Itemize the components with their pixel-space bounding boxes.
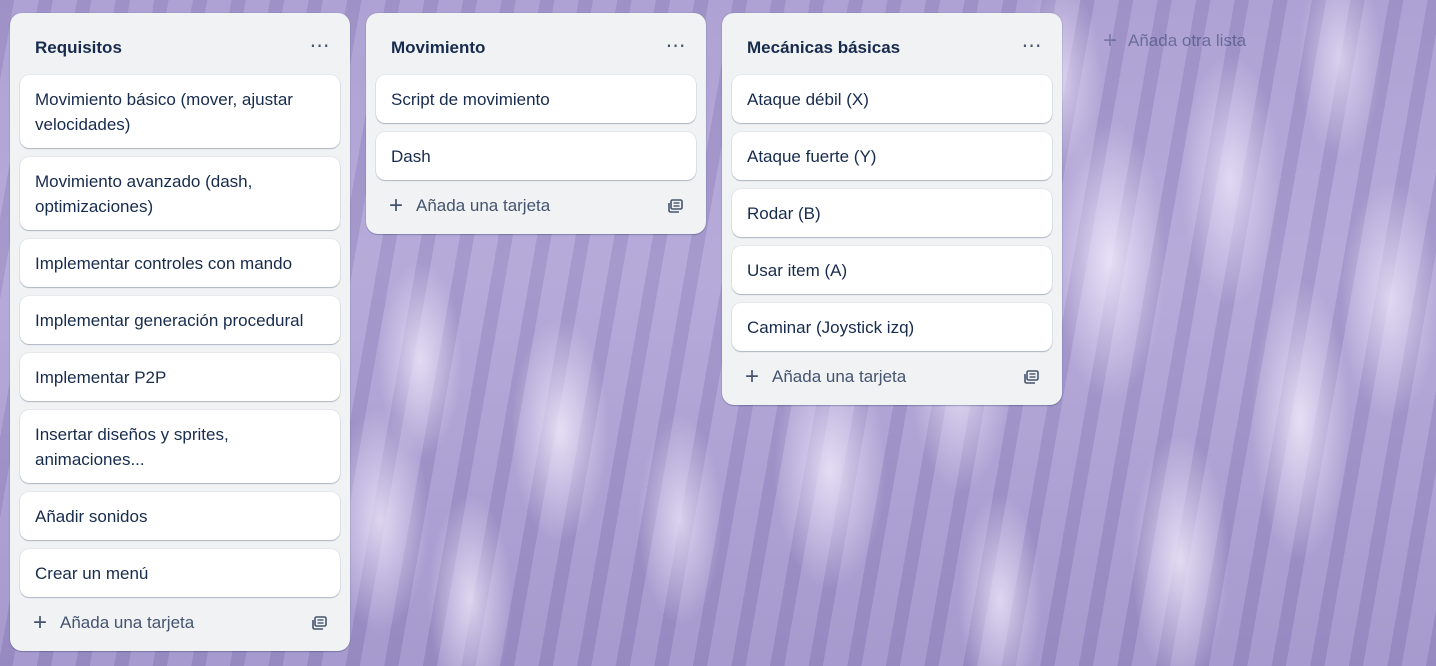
add-card-label: Añada una tarjeta: [772, 367, 907, 386]
list-title[interactable]: Movimiento: [391, 38, 485, 58]
card-list: Movimiento básico (mover, ajustar veloci…: [10, 75, 350, 597]
card-list: Ataque débil (X) Ataque fuerte (Y) Rodar…: [722, 75, 1062, 351]
card[interactable]: Usar item (A): [732, 246, 1052, 294]
list-requisitos: Requisitos ⋯ Movimiento básico (mover, a…: [10, 13, 350, 651]
card[interactable]: Ataque débil (X): [732, 75, 1052, 123]
more-horizontal-icon[interactable]: ⋯: [304, 29, 336, 61]
list-footer: + Añada una tarjeta: [722, 351, 1062, 403]
card[interactable]: Implementar P2P: [20, 353, 340, 401]
more-horizontal-icon[interactable]: ⋯: [660, 29, 692, 61]
plus-icon: +: [744, 363, 759, 390]
card[interactable]: Añadir sonidos: [20, 492, 340, 540]
card[interactable]: Crear un menú: [20, 549, 340, 597]
list-header: Mecánicas básicas ⋯: [722, 13, 1062, 75]
card[interactable]: Movimiento básico (mover, ajustar veloci…: [20, 75, 340, 148]
card[interactable]: Implementar controles con mando: [20, 239, 340, 287]
plus-icon: +: [388, 192, 403, 219]
add-card-label: Añada una tarjeta: [60, 613, 195, 632]
list-header: Requisitos ⋯: [10, 13, 350, 75]
list-mecanicas-basicas: Mecánicas básicas ⋯ Ataque débil (X) Ata…: [722, 13, 1062, 405]
card[interactable]: Insertar diseños y sprites, animaciones.…: [20, 410, 340, 483]
card-template-icon[interactable]: [1022, 367, 1042, 387]
card[interactable]: Rodar (B): [732, 189, 1052, 237]
card[interactable]: Implementar generación procedural: [20, 296, 340, 344]
list-title[interactable]: Mecánicas básicas: [747, 38, 900, 58]
more-horizontal-icon[interactable]: ⋯: [1016, 29, 1048, 61]
list-footer: + Añada una tarjeta: [366, 180, 706, 232]
plus-icon: +: [32, 609, 47, 636]
board: Requisitos ⋯ Movimiento básico (mover, a…: [10, 13, 1246, 651]
add-card-label: Añada una tarjeta: [416, 196, 551, 215]
card[interactable]: Dash: [376, 132, 696, 180]
list-movimiento: Movimiento ⋯ Script de movimiento Dash +…: [366, 13, 706, 234]
card[interactable]: Movimiento avanzado (dash, optimizacione…: [20, 157, 340, 230]
card-template-icon[interactable]: [310, 613, 330, 633]
list-footer: + Añada una tarjeta: [10, 597, 350, 649]
list-title[interactable]: Requisitos: [35, 38, 122, 58]
card[interactable]: Script de movimiento: [376, 75, 696, 123]
card[interactable]: Ataque fuerte (Y): [732, 132, 1052, 180]
card-template-icon[interactable]: [666, 196, 686, 216]
add-list-label: Añada otra lista: [1128, 31, 1247, 50]
add-card-button[interactable]: + Añada una tarjeta: [742, 363, 907, 390]
card[interactable]: Caminar (Joystick izq): [732, 303, 1052, 351]
add-list-button[interactable]: + Añada otra lista: [1100, 27, 1247, 54]
card-list: Script de movimiento Dash: [366, 75, 706, 180]
list-header: Movimiento ⋯: [366, 13, 706, 75]
add-card-button[interactable]: + Añada una tarjeta: [30, 609, 195, 636]
plus-icon: +: [1102, 27, 1117, 54]
add-card-button[interactable]: + Añada una tarjeta: [386, 192, 551, 219]
